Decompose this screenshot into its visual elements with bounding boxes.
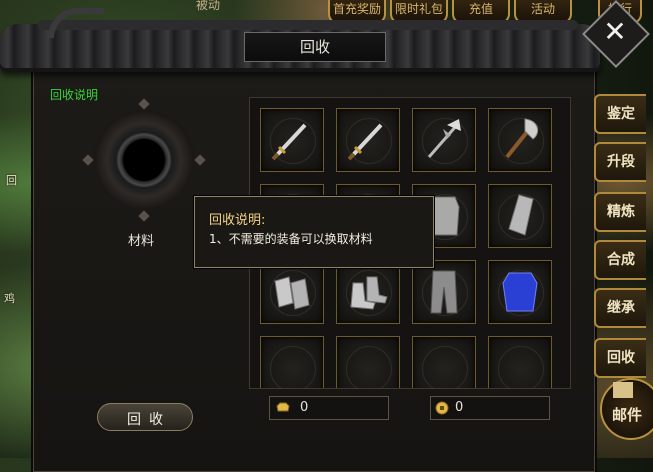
roof-ridge: [38, 20, 578, 30]
item-slot[interactable]: [260, 260, 324, 324]
item-slot[interactable]: [412, 336, 476, 388]
recycle-button[interactable]: 回收: [97, 403, 193, 431]
tooltip-title: 回收说明:: [209, 213, 266, 228]
side-tab-identify[interactable]: 鉴定: [594, 94, 646, 134]
coin-icon: [435, 401, 449, 415]
item-slot[interactable]: [336, 108, 400, 172]
window-title: 回收: [244, 32, 386, 62]
side-tab-recycle[interactable]: 回收: [594, 338, 646, 378]
side-tab-upgrade[interactable]: 升段: [594, 142, 646, 182]
left-hud-chip: 回: [6, 174, 17, 187]
coin-counter: 0: [430, 396, 550, 420]
materials-label: 材料: [128, 234, 155, 249]
item-slot[interactable]: [260, 108, 324, 172]
coin-value: 0: [455, 400, 464, 415]
item-slot[interactable]: [488, 336, 552, 388]
gold-ingot-value: 0: [300, 400, 309, 415]
recycle-info-tooltip: 回收说明: 1、不需要的装备可以换取材料: [194, 196, 434, 268]
gold-ingot-counter: 0: [269, 396, 389, 420]
side-tab-refine[interactable]: 精炼: [594, 192, 646, 232]
slot-emblem: [422, 346, 468, 388]
side-tab-inherit[interactable]: 继承: [594, 288, 646, 328]
item-slot[interactable]: [336, 260, 400, 324]
side-tab-synthesize[interactable]: 合成: [594, 240, 646, 280]
item-slot[interactable]: [488, 108, 552, 172]
mail-icon: [613, 382, 633, 398]
item-slot[interactable]: [336, 336, 400, 388]
item-slot[interactable]: [412, 260, 476, 324]
materials-slot[interactable]: [86, 102, 202, 218]
left-hud-chip: 鸡: [4, 292, 15, 305]
slot-emblem: [346, 346, 392, 388]
item-slot[interactable]: [260, 336, 324, 388]
slot-emblem: [498, 346, 544, 388]
item-slot[interactable]: [488, 260, 552, 324]
tooltip-line: 1、不需要的装备可以换取材料: [209, 232, 373, 246]
mail-label: 邮件: [612, 406, 643, 424]
item-slot[interactable]: [488, 184, 552, 248]
gold-ingot-icon: [276, 402, 290, 412]
slot-emblem: [270, 346, 316, 388]
item-slot[interactable]: [412, 108, 476, 172]
recycle-info-link[interactable]: 回收说明: [50, 86, 98, 103]
top-partial-label: 被动: [196, 0, 221, 12]
close-icon[interactable]: ✕: [600, 14, 630, 50]
